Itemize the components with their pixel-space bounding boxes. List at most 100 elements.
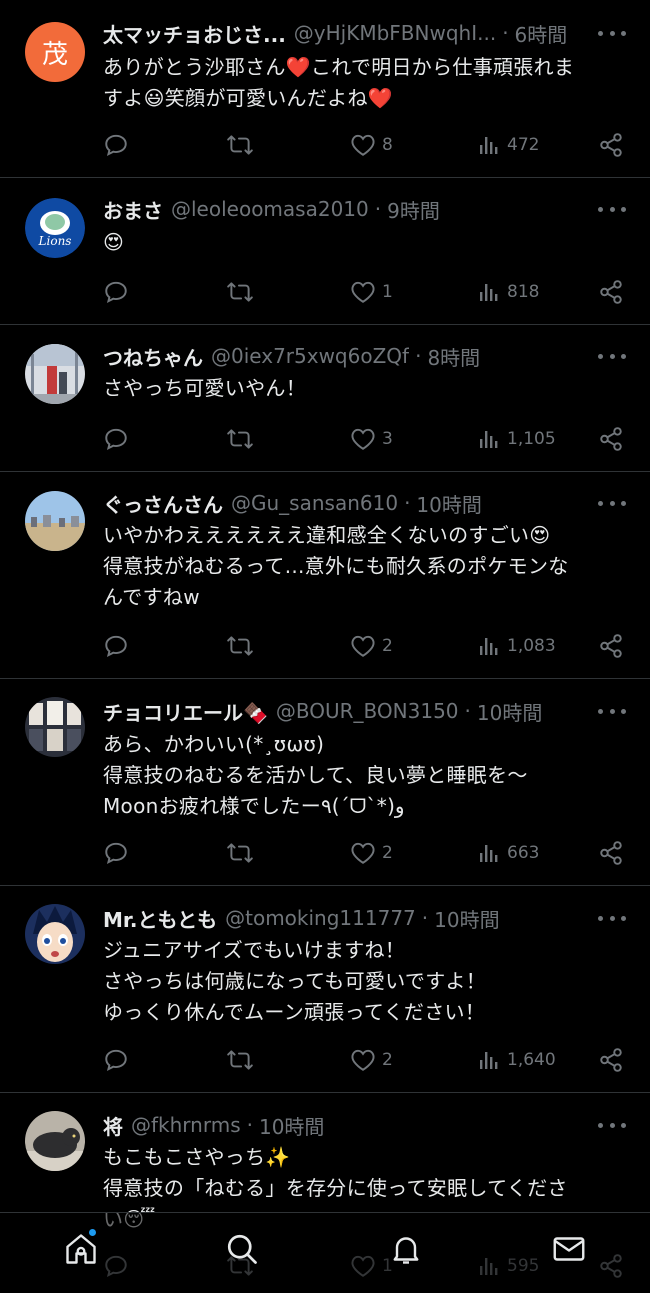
views-button[interactable]: 818: [477, 277, 539, 307]
reply-button[interactable]: [103, 130, 129, 160]
share-button[interactable]: [598, 424, 624, 454]
views-icon: [477, 634, 501, 658]
nav-notifications[interactable]: [386, 1231, 426, 1271]
avatar[interactable]: [25, 697, 85, 757]
author-handle[interactable]: @yHjKMbFBNwqhI...: [294, 21, 496, 45]
retweet-button[interactable]: [226, 277, 254, 307]
heart-icon: [350, 1048, 376, 1072]
views-button[interactable]: 472: [477, 130, 539, 160]
tweet[interactable]: Mr.ともとも @tomoking111777 · 10時間 ジュニアサイズでも…: [0, 886, 650, 1093]
timeline: 茂 太マッチョおじさ... @yHjKMbFBNwqhI... · 6時間 あり…: [0, 0, 650, 1293]
author-handle[interactable]: @tomoking111777: [225, 906, 416, 930]
tweet[interactable]: 茂 太マッチョおじさ... @yHjKMbFBNwqhI... · 6時間 あり…: [0, 0, 650, 178]
retweet-button[interactable]: [226, 838, 254, 868]
retweet-button[interactable]: [226, 631, 254, 661]
author-name[interactable]: 将: [103, 1111, 123, 1140]
tweet-header: Mr.ともとも @tomoking111777 · 10時間: [103, 903, 580, 933]
more-icon[interactable]: [598, 199, 626, 219]
avatar[interactable]: [25, 344, 85, 404]
separator-dot: ·: [374, 197, 382, 221]
like-button[interactable]: 1: [350, 277, 393, 307]
author-name[interactable]: つねちゃん: [103, 342, 203, 371]
views-button[interactable]: 1,105: [477, 424, 556, 454]
nav-messages[interactable]: [549, 1231, 589, 1271]
like-count: 3: [382, 429, 393, 449]
tweet-text: ありがとう沙耶さん❤️これで明日から仕事頑張れま すよ😃笑顔が可愛いんだよね❤️: [103, 55, 575, 110]
views-button[interactable]: 663: [477, 838, 539, 868]
tweet[interactable]: ぐっさんさん @Gu_sansan610 · 10時間 いやかわええええええ違和…: [0, 472, 650, 679]
more-icon[interactable]: [598, 1115, 626, 1135]
reply-icon: [103, 633, 129, 659]
views-button[interactable]: 1,640: [477, 1045, 556, 1075]
reply-icon: [103, 840, 129, 866]
notification-dot: [89, 1229, 96, 1236]
reply-button[interactable]: [103, 631, 129, 661]
timestamp[interactable]: 9時間: [387, 195, 440, 224]
tweet[interactable]: つねちゃん @0iex7r5xwq6oZQf · 8時間 さやっち可愛いやん！ …: [0, 325, 650, 472]
author-name[interactable]: Mr.ともとも: [103, 904, 217, 933]
timestamp[interactable]: 8時間: [427, 342, 480, 371]
heart-icon: [350, 841, 376, 865]
reply-button[interactable]: [103, 1045, 129, 1075]
retweet-button[interactable]: [226, 424, 254, 454]
avatar[interactable]: [25, 904, 85, 964]
author-name[interactable]: 太マッチョおじさ...: [103, 19, 286, 48]
retweet-button[interactable]: [226, 130, 254, 160]
like-button[interactable]: 8: [350, 130, 393, 160]
timestamp[interactable]: 10時間: [259, 1111, 324, 1140]
more-icon[interactable]: [598, 701, 626, 721]
reply-button[interactable]: [103, 277, 129, 307]
tweet-text: ジュニアサイズでもいけますね！ さやっちは何歳になっても可愛いですよ！ ゆっくり…: [103, 938, 487, 1024]
view-count: 818: [507, 282, 540, 302]
author-handle[interactable]: @0iex7r5xwq6oZQf: [211, 344, 409, 368]
action-bar: 2 1,083: [103, 631, 628, 661]
like-button[interactable]: 2: [350, 838, 393, 868]
share-button[interactable]: [598, 277, 624, 307]
action-bar: 3 1,105: [103, 424, 628, 454]
more-icon[interactable]: [598, 493, 626, 513]
like-button[interactable]: 3: [350, 424, 393, 454]
view-count: 663: [507, 843, 540, 863]
author-handle[interactable]: @BOUR_BON3150: [276, 699, 459, 723]
timestamp[interactable]: 10時間: [477, 697, 542, 726]
like-count: 2: [382, 1050, 393, 1070]
avatar[interactable]: [25, 491, 85, 551]
tweet[interactable]: チョコリエール🍫 @BOUR_BON3150 · 10時間 あら、かわいい(*¸…: [0, 679, 650, 886]
avatar[interactable]: [25, 1111, 85, 1171]
tweet[interactable]: Lions おまさ @leoleoomasa2010 · 9時間 😍 1 818: [0, 178, 650, 325]
author-name[interactable]: チョコリエール🍫: [103, 697, 268, 726]
author-handle[interactable]: @leoleoomasa2010: [171, 197, 369, 221]
author-name[interactable]: おまさ: [103, 195, 163, 224]
avatar[interactable]: 茂: [25, 22, 85, 82]
retweet-button[interactable]: [226, 1045, 254, 1075]
bottom-navigation: [0, 1212, 650, 1287]
avatar[interactable]: Lions: [25, 198, 85, 258]
nav-search[interactable]: [222, 1231, 262, 1271]
action-bar: 2 663: [103, 838, 628, 868]
reply-button[interactable]: [103, 424, 129, 454]
share-button[interactable]: [598, 631, 624, 661]
author-handle[interactable]: @fkhrnrms: [131, 1113, 241, 1137]
more-icon[interactable]: [598, 23, 626, 43]
reply-icon: [103, 279, 129, 305]
author-handle[interactable]: @Gu_sansan610: [231, 491, 398, 515]
nav-home[interactable]: [61, 1231, 101, 1271]
timestamp[interactable]: 6時間: [515, 19, 568, 48]
timestamp[interactable]: 10時間: [434, 904, 499, 933]
share-button[interactable]: [598, 838, 624, 868]
more-icon[interactable]: [598, 346, 626, 366]
retweet-icon: [226, 426, 254, 452]
timestamp[interactable]: 10時間: [416, 489, 481, 518]
share-button[interactable]: [598, 130, 624, 160]
author-name[interactable]: ぐっさんさん: [103, 489, 223, 518]
tweet-header: つねちゃん @0iex7r5xwq6oZQf · 8時間: [103, 341, 580, 371]
reply-button[interactable]: [103, 838, 129, 868]
tweet-header: 将 @fkhrnrms · 10時間: [103, 1110, 580, 1140]
share-button[interactable]: [598, 1045, 624, 1075]
like-button[interactable]: 2: [350, 1045, 393, 1075]
retweet-icon: [226, 840, 254, 866]
like-button[interactable]: 2: [350, 631, 393, 661]
tweet-text: 😍: [103, 230, 125, 254]
views-button[interactable]: 1,083: [477, 631, 556, 661]
more-icon[interactable]: [598, 908, 626, 928]
